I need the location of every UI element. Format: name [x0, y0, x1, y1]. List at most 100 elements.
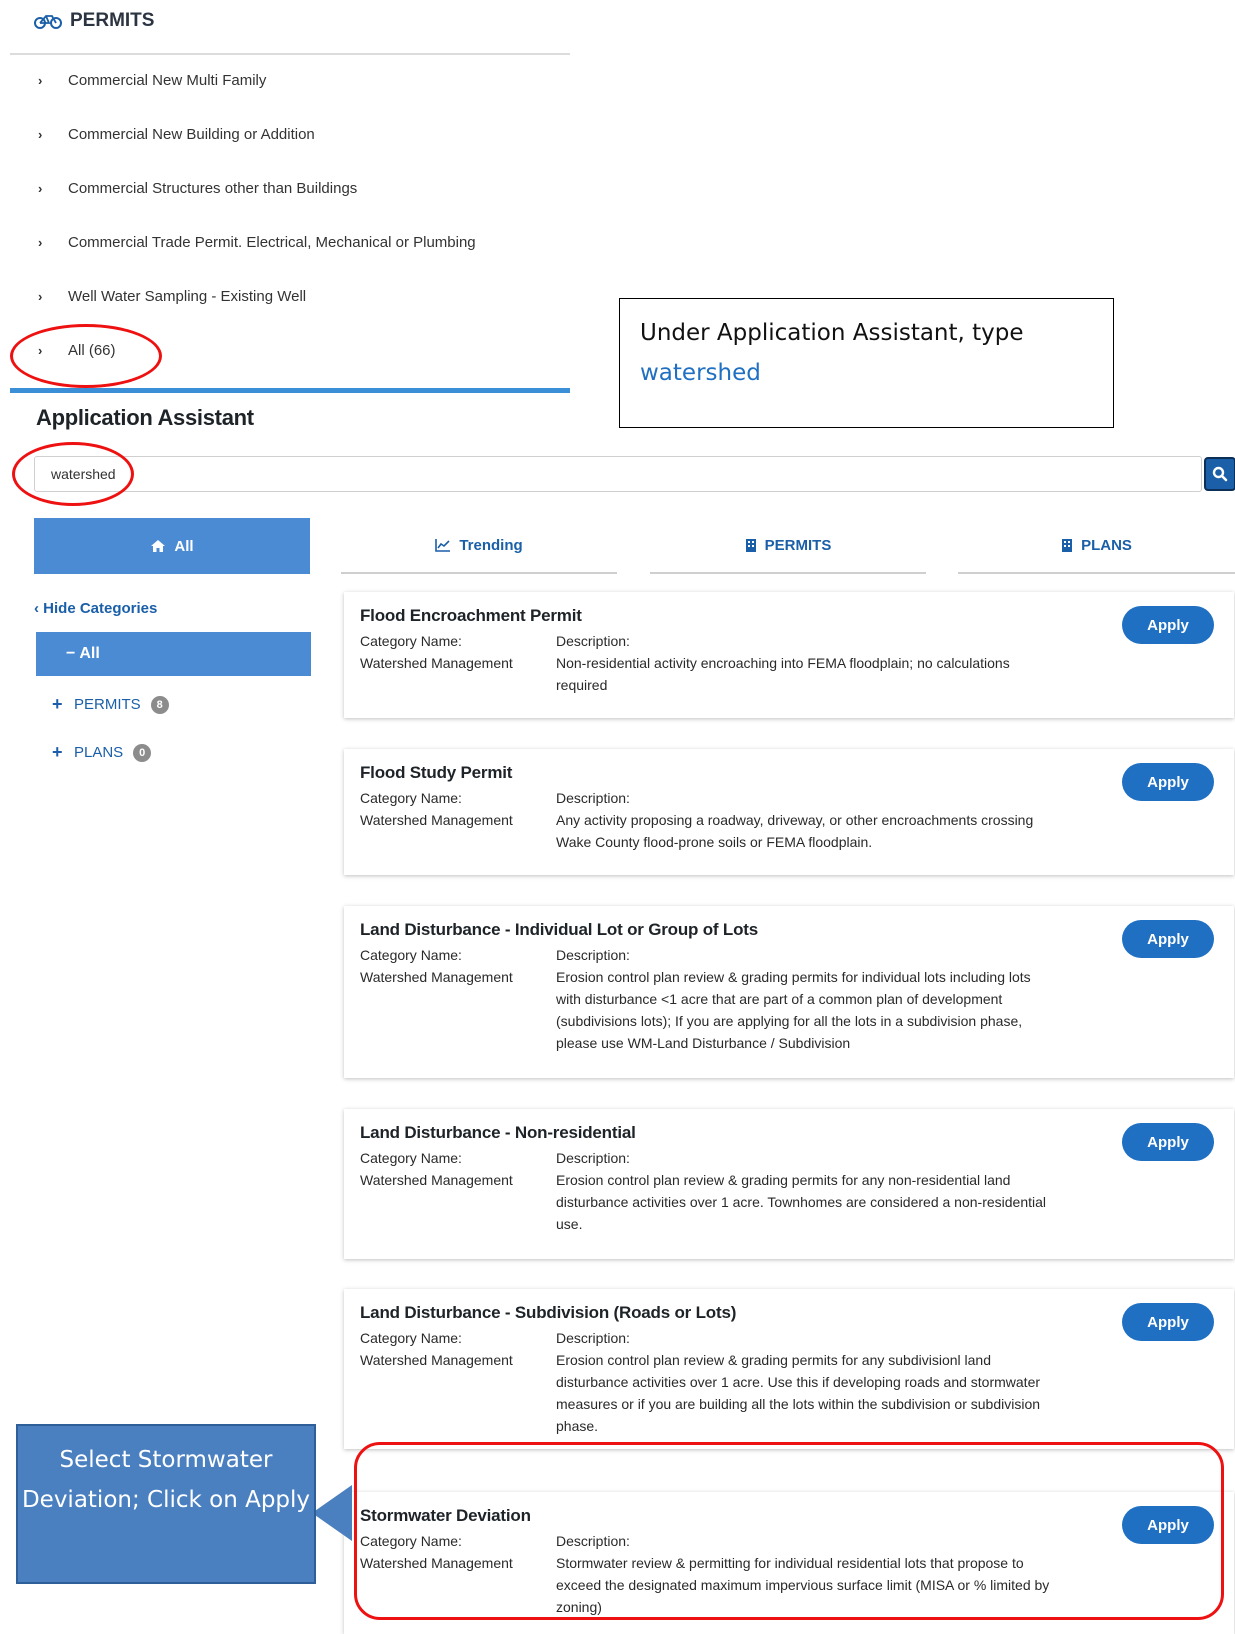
count-badge: 8: [150, 695, 169, 714]
search-button[interactable]: [1204, 457, 1235, 491]
apply-button[interactable]: Apply: [1122, 920, 1214, 958]
plus-icon: +: [52, 694, 63, 714]
category-plans[interactable]: + PLANS 0: [52, 742, 152, 763]
result-title: Land Disturbance - Individual Lot or Gro…: [360, 920, 758, 939]
chevron-right-icon: ›: [38, 289, 43, 304]
bicycle-icon: [34, 15, 62, 29]
apply-button[interactable]: Apply: [1122, 763, 1214, 801]
tab-label: PERMITS: [764, 536, 832, 554]
category-name-label: Category Name:: [360, 790, 462, 806]
description-column: Description: Erosion control plan review…: [556, 1327, 1056, 1437]
category-value: Watershed Management: [360, 812, 513, 828]
result-title: Flood Encroachment Permit: [360, 606, 582, 625]
callout-text: Select Stormwater Deviation; Click on Ap…: [21, 1447, 311, 1513]
category-name-label: Category Name:: [360, 1330, 462, 1346]
permit-category-label: Commercial New Multi Family: [68, 72, 267, 89]
search-field[interactable]: [34, 456, 1202, 492]
divider: [10, 53, 570, 55]
description-label: Description:: [556, 790, 630, 806]
result-title: Land Disturbance - Subdivision (Roads or…: [360, 1303, 737, 1322]
category-value: Watershed Management: [360, 1172, 513, 1188]
category-value: Watershed Management: [360, 1352, 513, 1368]
result-card: Flood Encroachment Permit Apply Category…: [344, 592, 1234, 718]
home-icon: [151, 540, 166, 552]
apply-button[interactable]: Apply: [1122, 1123, 1214, 1161]
description-value: Non-residential activity encroaching int…: [556, 655, 1010, 693]
category-name-label: Category Name:: [360, 633, 462, 649]
permit-category-item[interactable]: › Commercial Structures other than Build…: [38, 180, 357, 197]
highlight-box-stormwater: [354, 1442, 1224, 1620]
count-badge: 0: [133, 743, 152, 762]
tab-all[interactable]: All: [34, 518, 310, 574]
callout-text: Under Application Assistant, type: [640, 320, 1024, 346]
section-divider: [10, 388, 570, 393]
tab-plans[interactable]: PLANS: [958, 518, 1235, 574]
description-label: Description:: [556, 1330, 630, 1346]
chevron-left-icon: ‹: [34, 600, 39, 617]
permit-category-label: Commercial Trade Permit. Electrical, Mec…: [68, 234, 476, 251]
instruction-callout-search: Under Application Assistant, type waters…: [619, 298, 1114, 428]
chevron-right-icon: ›: [38, 181, 43, 196]
permit-category-item[interactable]: › Commercial New Building or Addition: [38, 126, 315, 143]
tab-trending[interactable]: Trending: [341, 518, 617, 574]
tab-permits[interactable]: PERMITS: [650, 518, 926, 574]
permit-category-item[interactable]: › Well Water Sampling - Existing Well: [38, 288, 306, 305]
description-label: Description:: [556, 1150, 630, 1166]
result-title: Land Disturbance - Non-residential: [360, 1123, 636, 1142]
category-name-label: Category Name:: [360, 1150, 462, 1166]
description-value: Erosion control plan review & grading pe…: [556, 1172, 1047, 1232]
category-label: PERMITS: [74, 696, 141, 713]
chevron-right-icon: ›: [38, 127, 43, 142]
category-column: Category Name: Watershed Management: [360, 944, 550, 988]
description-value: Erosion control plan review & grading pe…: [556, 969, 1031, 1051]
result-card: Flood Study Permit Apply Category Name: …: [344, 749, 1234, 875]
tab-label: PLANS: [1081, 536, 1132, 554]
permits-section-title: PERMITS: [34, 10, 154, 32]
callout-pointer: [312, 1485, 352, 1541]
tab-label: Trending: [459, 536, 523, 554]
category-column: Category Name: Watershed Management: [360, 787, 550, 831]
plus-icon: +: [52, 742, 63, 762]
category-label: PLANS: [74, 744, 124, 761]
result-card: Land Disturbance - Subdivision (Roads or…: [344, 1289, 1234, 1449]
minus-icon: −: [66, 645, 76, 662]
result-card: Land Disturbance - Non-residential Apply…: [344, 1109, 1234, 1259]
description-value: Any activity proposing a roadway, drivew…: [556, 812, 1034, 850]
permit-category-item[interactable]: › Commercial New Multi Family: [38, 72, 266, 89]
callout-keyword: watershed: [640, 360, 761, 386]
description-column: Description: Erosion control plan review…: [556, 944, 1056, 1054]
search-icon: [1212, 466, 1228, 482]
permit-category-label: Commercial Structures other than Buildin…: [68, 180, 358, 197]
apply-button[interactable]: Apply: [1122, 1303, 1214, 1341]
category-column: Category Name: Watershed Management: [360, 1327, 550, 1371]
application-assistant-title: Application Assistant: [36, 405, 254, 430]
result-title: Flood Study Permit: [360, 763, 513, 782]
description-label: Description:: [556, 947, 630, 963]
apply-button[interactable]: Apply: [1122, 606, 1214, 644]
highlight-ring-all: [10, 324, 162, 388]
category-name-label: Category Name:: [360, 947, 462, 963]
permit-category-item[interactable]: › Commercial Trade Permit. Electrical, M…: [38, 234, 476, 251]
description-column: Description: Erosion control plan review…: [556, 1147, 1056, 1235]
category-column: Category Name: Watershed Management: [360, 1147, 550, 1191]
hide-categories-link[interactable]: ‹ Hide Categories: [34, 600, 157, 617]
permit-category-label: Well Water Sampling - Existing Well: [68, 288, 307, 305]
description-label: Description:: [556, 633, 630, 649]
description-column: Description: Any activity proposing a ro…: [556, 787, 1056, 853]
building-icon: [745, 538, 756, 552]
description-value: Erosion control plan review & grading pe…: [556, 1352, 1041, 1434]
building-icon: [1062, 538, 1073, 552]
instruction-callout-select: Select Stormwater Deviation; Click on Ap…: [16, 1424, 316, 1584]
category-value: Watershed Management: [360, 969, 513, 985]
result-card: Land Disturbance - Individual Lot or Gro…: [344, 906, 1234, 1078]
search-input[interactable]: [49, 457, 1161, 491]
permits-title-text: PERMITS: [70, 10, 155, 31]
description-column: Description: Non-residential activity en…: [556, 630, 1056, 696]
category-all[interactable]: − All: [36, 632, 311, 676]
category-permits[interactable]: + PERMITS 8: [52, 694, 169, 715]
chevron-right-icon: ›: [38, 235, 43, 250]
tab-label: All: [174, 537, 194, 555]
category-column: Category Name: Watershed Management: [360, 630, 550, 674]
permit-category-label: Commercial New Building or Addition: [68, 126, 315, 143]
highlight-ring-search: [12, 442, 134, 506]
